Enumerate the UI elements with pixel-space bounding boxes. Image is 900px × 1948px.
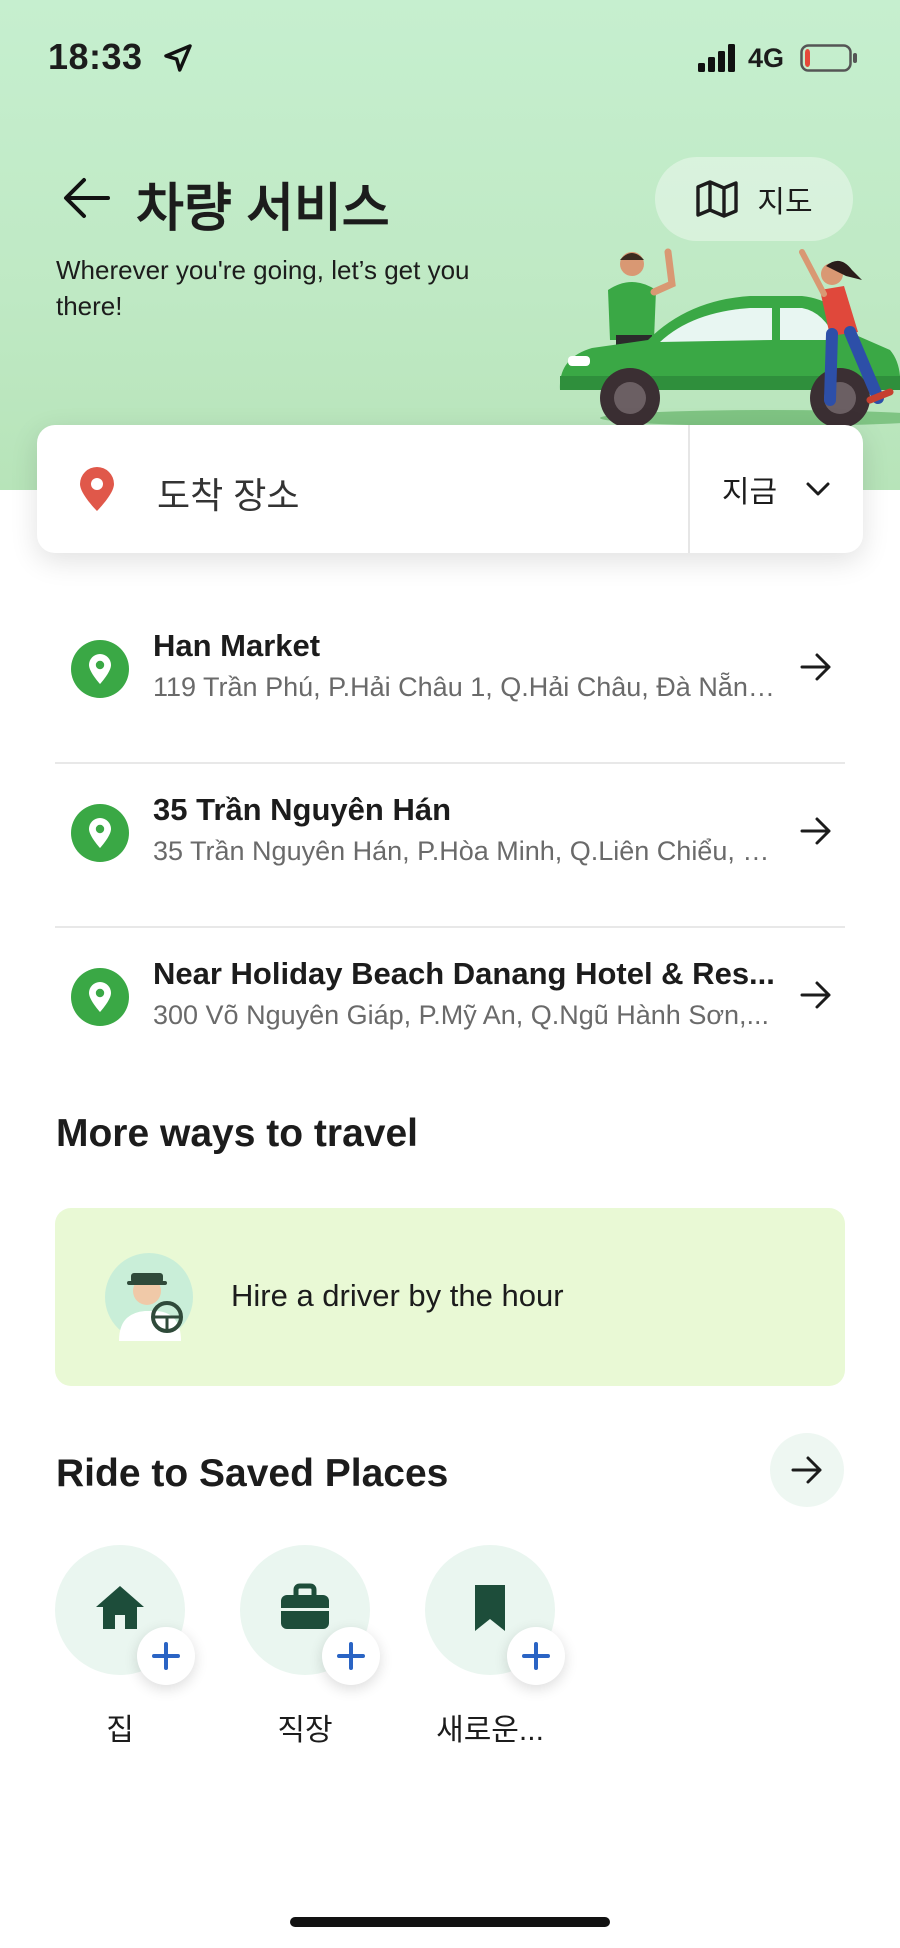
saved-place-new[interactable]: 새로운... [425,1545,565,1749]
chevron-down-icon [806,482,830,496]
location-pin-icon [71,804,129,862]
battery-icon [800,44,857,72]
saved-place-label: 직장 [277,1714,333,1747]
destination-pin-icon [80,467,114,511]
network-type: 4G [748,43,785,73]
status-bar: 18:33 4G [0,0,900,110]
list-item[interactable]: Han Market 119 Trần Phú, P.Hải Châu 1, Q… [55,600,845,764]
location-pin-icon [71,640,129,698]
arrow-right-icon [800,653,831,681]
place-address: 300 Võ Nguyên Giáp, P.Mỹ An, Q.Ngũ Hành … [153,1000,770,1030]
page-subtitle: Wherever you're going, let’s get you the… [56,255,470,321]
map-button[interactable]: 지도 [655,157,853,241]
destination-search-card: 도착 장소 지금 [37,425,863,553]
arrow-right-icon [791,1456,822,1484]
list-item[interactable]: 35 Trần Nguyên Hán 35 Trần Nguyên Hán, P… [55,764,845,928]
saved-place-home[interactable]: 집 [55,1545,195,1749]
saved-place-circle [55,1545,195,1685]
plus-icon [522,1642,550,1670]
bookmark-icon [475,1585,505,1631]
saved-place-circle [425,1545,565,1685]
arrow-right-icon [800,817,831,845]
list-item[interactable]: Near Holiday Beach Danang Hotel & Res...… [55,928,845,1092]
place-name: Han Market [153,628,321,663]
location-pin-icon [71,968,129,1026]
page-title: 차량 서비스 [136,180,390,238]
plus-icon [337,1642,365,1670]
briefcase-icon [281,1583,329,1629]
destination-input[interactable]: 도착 장소 [157,467,299,519]
hire-driver-label: Hire a driver by the hour [231,1278,564,1313]
cellular-signal-icon [698,44,735,72]
location-arrow-icon [164,44,192,72]
hire-driver-card[interactable]: Hire a driver by the hour [55,1208,845,1386]
saved-places-more-button[interactable] [770,1433,844,1507]
place-name: 35 Trần Nguyên Hán [153,792,452,827]
header-banner: 18:33 4G 차량 서비스 Wherever you're going, l… [0,0,900,490]
saved-places-title: Ride to Saved Places [56,1452,449,1495]
arrow-right-icon [800,981,831,1009]
map-button-label: 지도 [757,186,813,219]
place-address: 119 Trần Phú, P.Hải Châu 1, Q.Hải Châu, … [153,672,783,702]
add-saved-place-button[interactable] [507,1627,565,1685]
add-saved-place-button[interactable] [137,1627,195,1685]
saved-place-work[interactable]: 직장 [240,1545,380,1749]
home-icon [96,1586,144,1629]
add-saved-place-button[interactable] [322,1627,380,1685]
home-indicator[interactable] [290,1917,610,1927]
saved-place-circle [240,1545,380,1685]
place-address: 35 Trần Nguyên Hán, P.Hòa Minh, Q.Liên C… [153,836,783,866]
more-ways-title: More ways to travel [56,1112,418,1155]
map-icon [696,180,739,218]
saved-place-label: 새로운... [436,1714,544,1747]
place-name: Near Holiday Beach Danang Hotel & Res... [153,956,775,991]
back-arrow-icon[interactable] [62,176,112,220]
plus-icon [152,1642,180,1670]
car-illustration [559,248,900,428]
saved-place-label: 집 [106,1714,134,1747]
time-selector-label: 지금 [721,476,778,509]
chauffeur-icon [105,1253,193,1341]
time-selector[interactable]: 지금 [690,425,863,553]
recent-places-list: Han Market 119 Trần Phú, P.Hải Châu 1, Q… [55,600,845,1092]
status-time: 18:33 [48,36,143,77]
